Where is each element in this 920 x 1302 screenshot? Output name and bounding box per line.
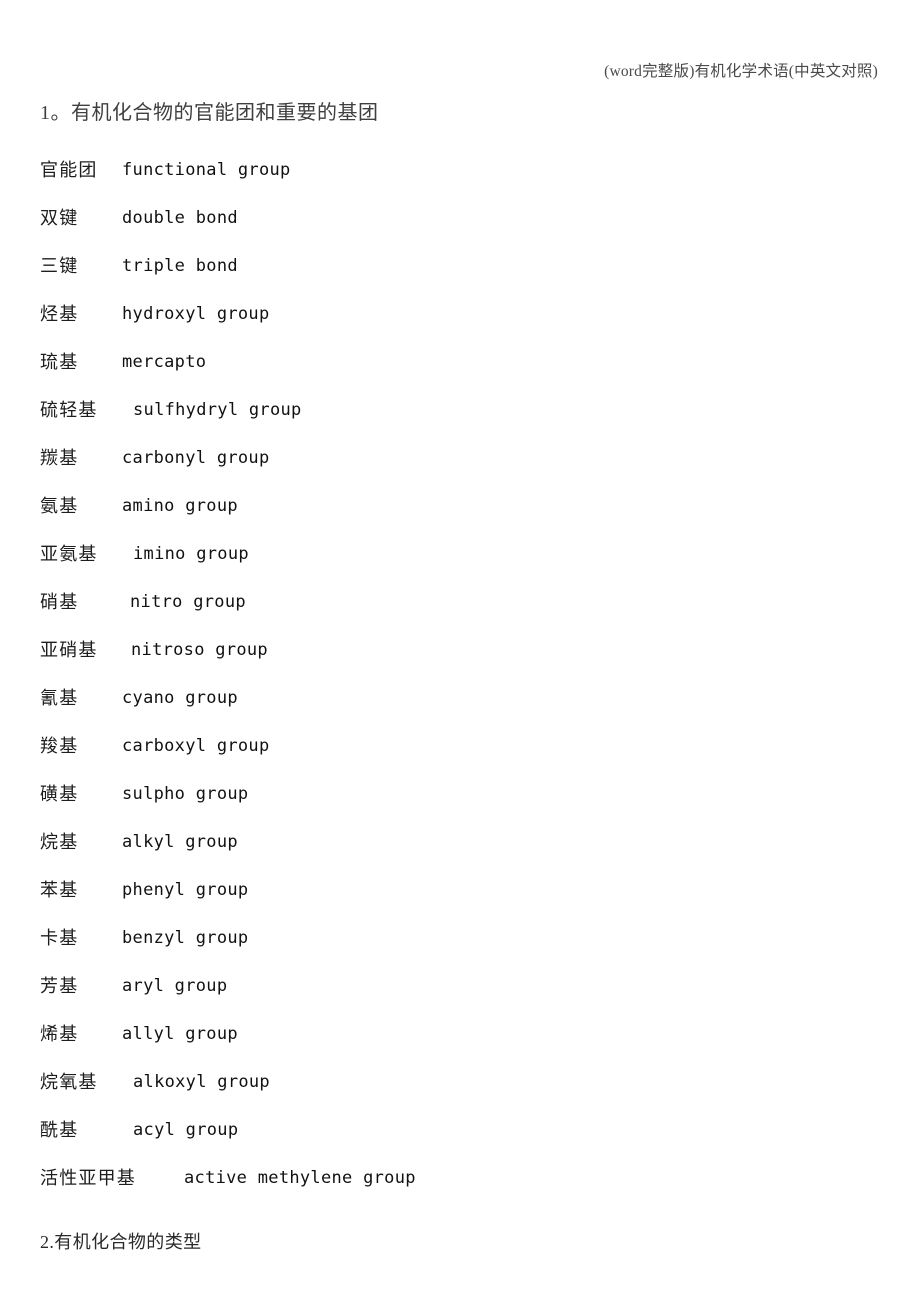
- glossary-row: 三键 triple bond: [0, 242, 920, 290]
- section-2-title: 2.有机化合物的类型: [40, 1232, 202, 1252]
- term-chinese: 烷基: [40, 832, 79, 852]
- term-chinese: 磺基: [40, 784, 79, 804]
- glossary-row: 卡基 benzyl group: [0, 914, 920, 962]
- term-chinese: 硝基: [40, 592, 79, 612]
- glossary-row: 羰基 carbonyl group: [0, 434, 920, 482]
- term-chinese: 芳基: [40, 976, 79, 996]
- term-chinese: 三键: [40, 256, 79, 276]
- term-chinese: 酰基: [40, 1120, 79, 1140]
- term-english: active methylene group: [184, 1168, 416, 1188]
- term-english: amino group: [122, 496, 238, 516]
- term-chinese: 双键: [40, 208, 79, 228]
- term-english: sulfhydryl group: [133, 400, 302, 420]
- term-chinese: 官能团: [40, 160, 98, 180]
- glossary-row: 苯基 phenyl group: [0, 866, 920, 914]
- glossary-row: 烷氧基 alkoxyl group: [0, 1058, 920, 1106]
- term-chinese: 活性亚甲基: [40, 1168, 136, 1188]
- glossary-row: 活性亚甲基 active methylene group: [0, 1154, 920, 1202]
- term-english: alkoxyl group: [133, 1072, 270, 1092]
- glossary-row: 氰基 cyano group: [0, 674, 920, 722]
- term-english: acyl group: [133, 1120, 239, 1140]
- glossary-row: 氨基 amino group: [0, 482, 920, 530]
- glossary-row: 烷基 alkyl group: [0, 818, 920, 866]
- running-header: (word完整版)有机化学术语(中英文对照): [604, 63, 878, 80]
- term-english: benzyl group: [122, 928, 249, 948]
- term-chinese: 烯基: [40, 1024, 79, 1044]
- glossary-row: 磺基 sulpho group: [0, 770, 920, 818]
- glossary-row: 琉基 mercapto: [0, 338, 920, 386]
- term-chinese: 氰基: [40, 688, 79, 708]
- term-chinese: 亚氨基: [40, 544, 98, 564]
- glossary-row: 硫轻基 sulfhydryl group: [0, 386, 920, 434]
- term-chinese: 硫轻基: [40, 400, 98, 420]
- glossary-row: 羧基 carboxyl group: [0, 722, 920, 770]
- term-english: imino group: [133, 544, 249, 564]
- term-english: triple bond: [122, 256, 238, 276]
- glossary-row: 酰基 acyl group: [0, 1106, 920, 1154]
- glossary-row: 亚硝基 nitroso group: [0, 626, 920, 674]
- term-english: alkyl group: [122, 832, 238, 852]
- glossary-row: 烃基 hydroxyl group: [0, 290, 920, 338]
- term-english: carbonyl group: [122, 448, 270, 468]
- term-chinese: 烃基: [40, 304, 79, 324]
- term-chinese: 琉基: [40, 352, 79, 372]
- term-chinese: 卡基: [40, 928, 79, 948]
- term-english: double bond: [122, 208, 238, 228]
- term-chinese: 羧基: [40, 736, 79, 756]
- term-chinese: 氨基: [40, 496, 79, 516]
- glossary-list: 官能团 functional group 双键 double bond 三键 triple…: [0, 146, 920, 1202]
- term-english: hydroxyl group: [122, 304, 270, 324]
- glossary-row: 官能团 functional group: [0, 146, 920, 194]
- section-1-title: 1。有机化合物的官能团和重要的基团: [40, 102, 379, 124]
- term-english: allyl group: [122, 1024, 238, 1044]
- term-english: sulpho group: [122, 784, 249, 804]
- glossary-row: 硝基 nitro group: [0, 578, 920, 626]
- term-english: mercapto: [122, 352, 207, 372]
- term-english: nitroso group: [131, 640, 268, 660]
- glossary-row: 芳基 aryl group: [0, 962, 920, 1010]
- term-english: aryl group: [122, 976, 228, 996]
- term-chinese: 亚硝基: [40, 640, 98, 660]
- term-chinese: 羰基: [40, 448, 79, 468]
- term-english: carboxyl group: [122, 736, 270, 756]
- term-english: functional group: [122, 160, 291, 180]
- term-chinese: 苯基: [40, 880, 79, 900]
- glossary-row: 亚氨基 imino group: [0, 530, 920, 578]
- glossary-row: 烯基 allyl group: [0, 1010, 920, 1058]
- term-english: phenyl group: [122, 880, 249, 900]
- term-english: nitro group: [130, 592, 246, 612]
- term-chinese: 烷氧基: [40, 1072, 98, 1092]
- term-english: cyano group: [122, 688, 238, 708]
- document-page: (word完整版)有机化学术语(中英文对照) 1。有机化合物的官能团和重要的基团…: [0, 0, 920, 1302]
- glossary-row: 双键 double bond: [0, 194, 920, 242]
